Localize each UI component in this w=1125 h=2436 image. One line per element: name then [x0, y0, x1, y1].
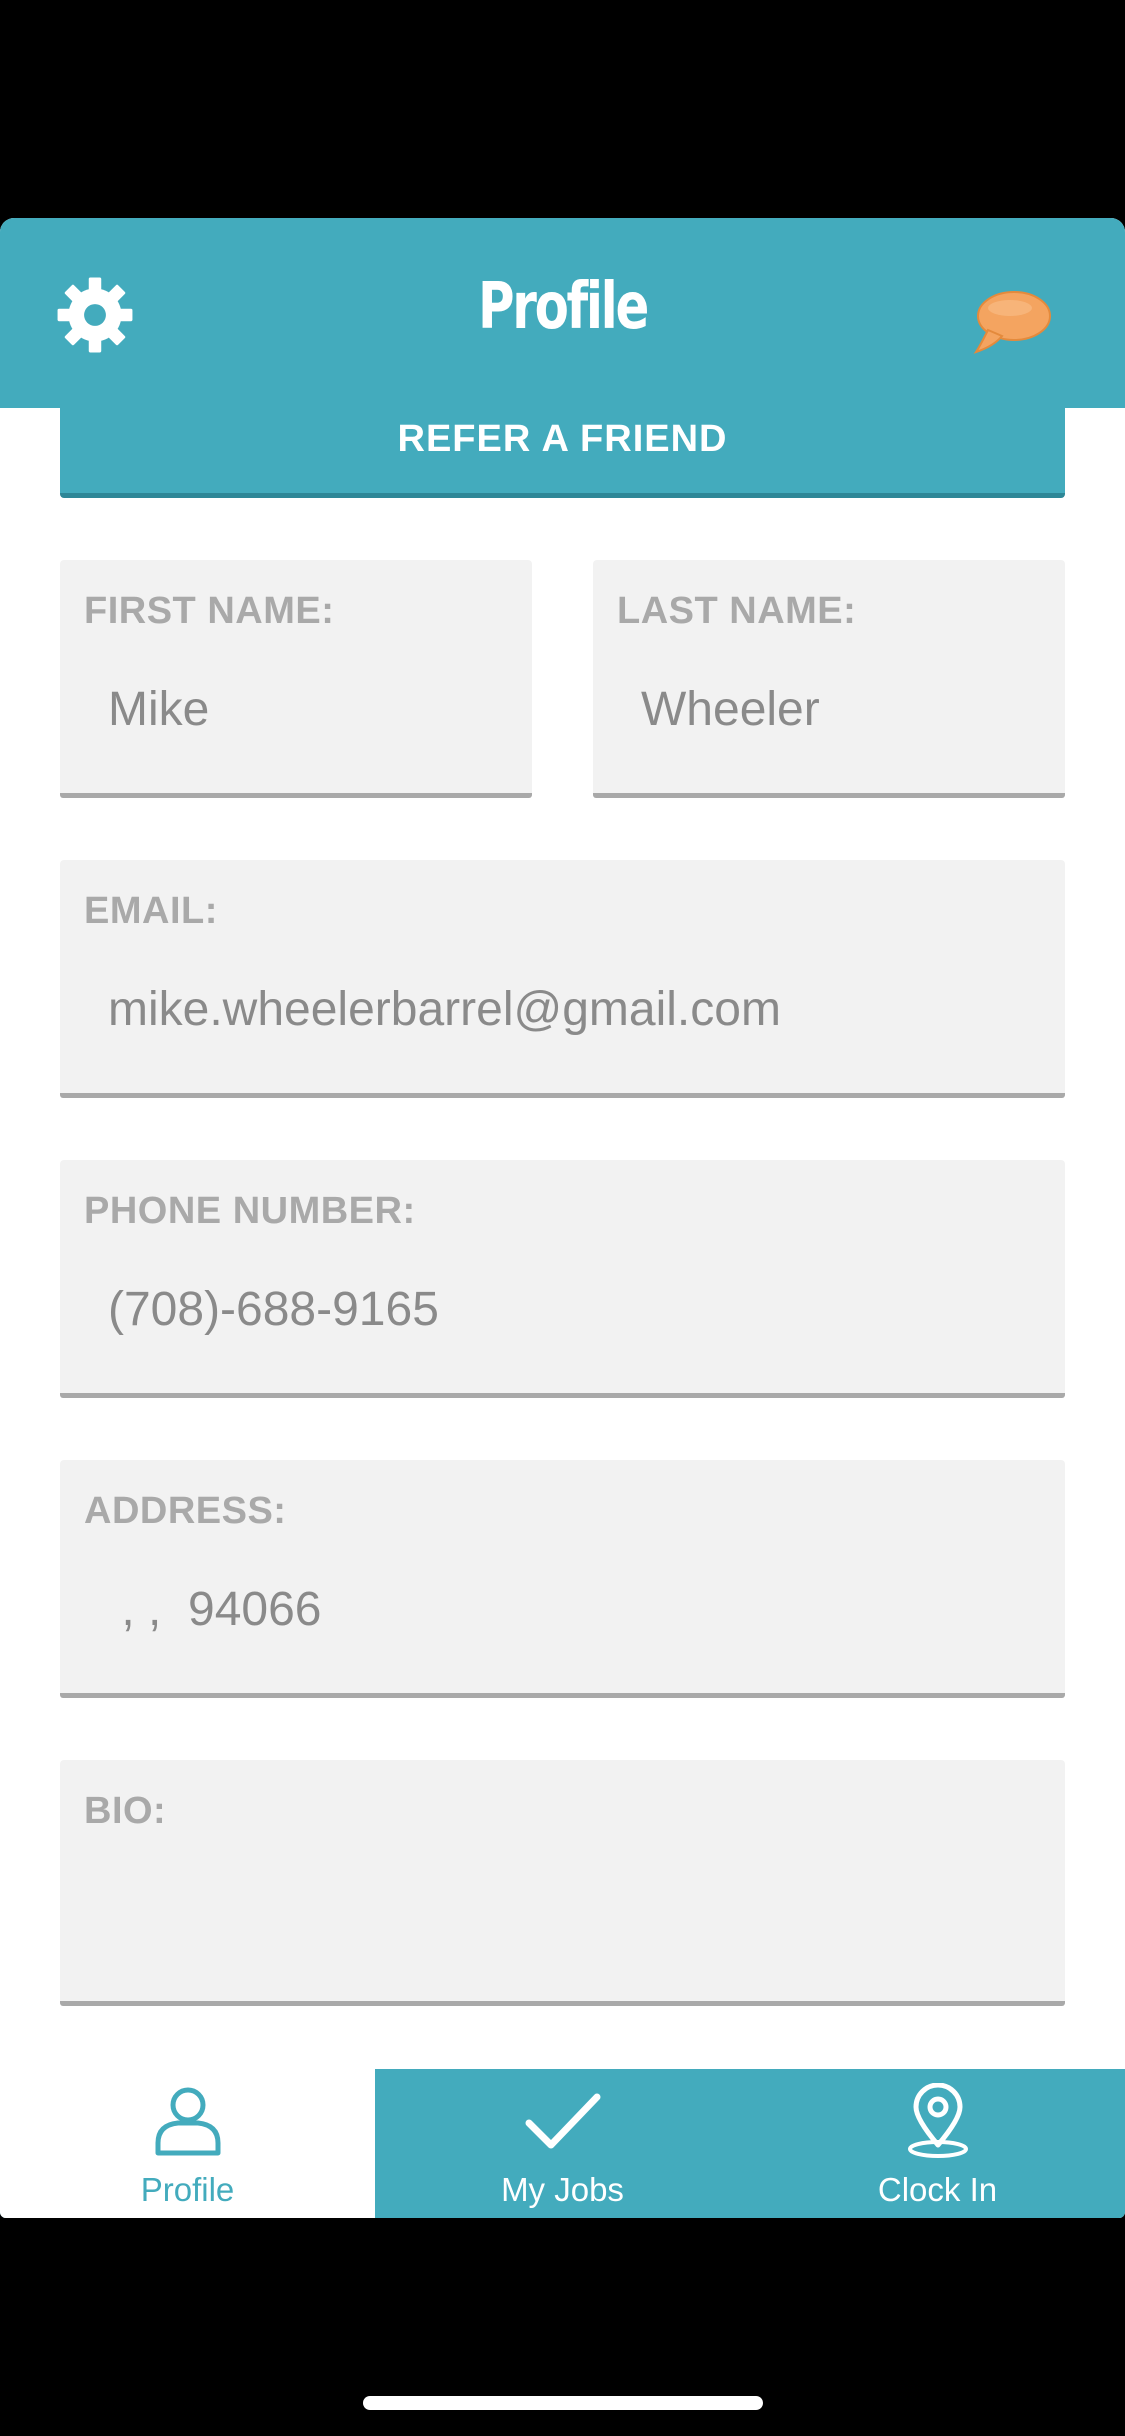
tab-profile-label: Profile [140, 2171, 235, 2208]
location-pin-icon [908, 2083, 968, 2158]
phone-number-field[interactable]: PHONE NUMBER: (708)-688-9165 [60, 1160, 1065, 1398]
email-label: EMAIL: [84, 890, 218, 932]
first-name-label: FIRST NAME: [84, 590, 335, 632]
phone-number-value[interactable]: (708)-688-9165 [108, 1282, 1041, 1337]
first-name-field[interactable]: FIRST NAME: Mike [60, 560, 532, 798]
person-icon [155, 2087, 221, 2156]
page-title: Profile [478, 270, 649, 344]
tab-clock-in-label: Clock In [877, 2171, 998, 2208]
app-screen: Profile REFER A FRIEND FIRST NAME: Mike … [0, 218, 1125, 2218]
tab-clock-in[interactable]: Clock In [750, 2069, 1125, 2218]
address-label: ADDRESS: [84, 1490, 287, 1532]
bio-label: BIO: [84, 1790, 167, 1832]
email-field[interactable]: EMAIL: mike.wheelerbarrel@gmail.com [60, 860, 1065, 1098]
phone-number-label: PHONE NUMBER: [84, 1190, 416, 1232]
refer-button-label: REFER A FRIEND [397, 418, 728, 460]
last-name-label: LAST NAME: [617, 590, 857, 632]
first-name-value[interactable]: Mike [108, 682, 508, 737]
address-value[interactable]: , , 94066 [108, 1582, 1041, 1637]
email-value[interactable]: mike.wheelerbarrel@gmail.com [108, 982, 1041, 1037]
checkmark-icon [525, 2093, 601, 2149]
home-indicator[interactable] [363, 2396, 763, 2410]
tab-my-jobs[interactable]: My Jobs [375, 2069, 750, 2218]
last-name-field[interactable]: LAST NAME: Wheeler [593, 560, 1065, 798]
tab-my-jobs-label: My Jobs [501, 2171, 624, 2208]
tab-profile[interactable]: Profile [0, 2069, 375, 2218]
gear-icon[interactable] [56, 276, 134, 354]
last-name-value[interactable]: Wheeler [641, 682, 1041, 737]
bio-field[interactable]: BIO: [60, 1760, 1065, 2006]
address-field[interactable]: ADDRESS: , , 94066 [60, 1460, 1065, 1698]
bottom-tab-bar: Profile My Jobs Clock In [0, 2069, 1125, 2218]
top-bar: Profile [0, 218, 1125, 408]
chat-bubble-icon[interactable] [972, 286, 1052, 358]
